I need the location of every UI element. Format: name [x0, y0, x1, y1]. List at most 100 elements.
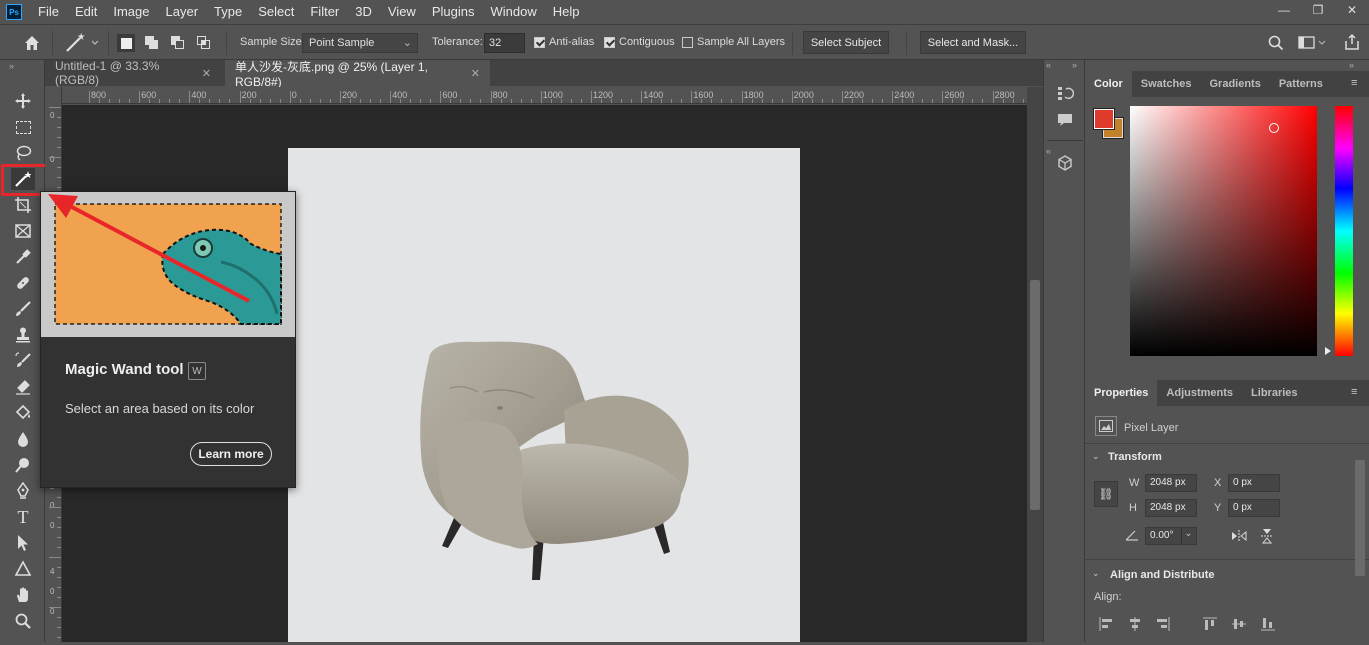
height-field[interactable]: 2048 px — [1145, 499, 1197, 517]
panel-menu-icon[interactable]: ≡ — [1351, 77, 1363, 89]
menu-filter[interactable]: Filter — [302, 0, 347, 24]
chevron-down-icon[interactable]: ⌄ — [1181, 528, 1195, 544]
color-picker-field[interactable] — [1130, 106, 1317, 356]
3d-panel-icon[interactable] — [1055, 153, 1075, 173]
align-middle-icon[interactable] — [1231, 616, 1247, 632]
window-controls: — ❐ ✕ — [1267, 0, 1369, 24]
expand-icon[interactable]: » — [1072, 60, 1077, 70]
close-icon[interactable]: ✕ — [471, 67, 480, 80]
collapse-icon[interactable]: « — [1046, 60, 1051, 70]
tab-libraries[interactable]: Libraries — [1242, 380, 1306, 406]
type-tool-icon[interactable]: T — [11, 506, 35, 528]
close-button[interactable]: ✕ — [1335, 0, 1369, 20]
ruler-label: 4 — [50, 567, 55, 576]
tolerance-input[interactable]: 32 — [484, 33, 525, 53]
ruler-minor-tick — [621, 99, 622, 103]
ruler-minor-tick — [932, 99, 934, 103]
search-icon[interactable] — [1267, 34, 1285, 52]
menu-3d[interactable]: 3D — [347, 0, 380, 24]
angle-field[interactable]: 0.00° ⌄ — [1145, 527, 1197, 545]
ruler-minor-tick — [972, 99, 974, 103]
menu-plugins[interactable]: Plugins — [424, 0, 483, 24]
hue-slider-marker[interactable] — [1325, 347, 1331, 355]
eraser-tool-icon[interactable] — [11, 376, 35, 398]
ruler-minor-tick — [57, 637, 61, 638]
menu-help[interactable]: Help — [545, 0, 588, 24]
y-field[interactable]: 0 px — [1228, 499, 1280, 517]
learn-more-button[interactable]: Learn more — [190, 442, 272, 466]
ruler-minor-tick — [801, 99, 803, 103]
menu-window[interactable]: Window — [482, 0, 544, 24]
share-icon[interactable] — [1343, 33, 1361, 51]
comments-panel-icon[interactable] — [1055, 110, 1075, 130]
collapse-icon[interactable]: « — [1046, 146, 1051, 156]
transform-title: Transform — [1108, 451, 1162, 463]
tab-adjustments[interactable]: Adjustments — [1157, 380, 1242, 406]
ruler-minor-tick — [49, 557, 61, 558]
ruler-minor-tick — [520, 99, 522, 103]
ruler-minor-tick — [57, 617, 61, 618]
tab-gradients[interactable]: Gradients — [1200, 71, 1269, 97]
contiguous-checkbox[interactable] — [604, 37, 615, 48]
select-subject-button[interactable]: Select Subject — [803, 31, 889, 54]
chevron-down-icon[interactable]: ⌄ — [1092, 568, 1100, 579]
align-top-icon[interactable] — [1202, 616, 1218, 632]
sample-all-layers-checkbox[interactable] — [682, 37, 693, 48]
color-panel-tabs: Color Swatches Gradients Patterns ≡ — [1085, 71, 1369, 97]
foreground-color-swatch[interactable] — [1093, 108, 1115, 130]
ruler-minor-tick — [57, 527, 61, 528]
dodge-tool-icon[interactable] — [11, 454, 35, 476]
shape-tool-icon[interactable] — [11, 558, 35, 580]
select-and-mask-button[interactable]: Select and Mask... — [920, 31, 1026, 54]
align-bottom-icon[interactable] — [1260, 616, 1276, 632]
paint-bucket-tool-icon[interactable] — [11, 402, 35, 424]
blur-tool-icon[interactable] — [11, 428, 35, 450]
properties-scrollbar[interactable] — [1355, 460, 1365, 576]
ruler-minor-tick — [671, 99, 673, 103]
hue-slider[interactable] — [1335, 106, 1353, 356]
align-left-icon[interactable] — [1098, 616, 1114, 632]
ruler-minor-tick — [811, 99, 813, 103]
sample-size-select[interactable]: Point Sample ⌄ — [302, 33, 418, 53]
scrollbar-thumb[interactable] — [1030, 280, 1040, 510]
width-field[interactable]: 2048 px — [1145, 474, 1197, 492]
history-panel-icon[interactable] — [1055, 84, 1075, 104]
pen-tool-icon[interactable] — [11, 480, 35, 502]
ruler-minor-tick — [57, 627, 61, 628]
zoom-tool-icon[interactable] — [11, 610, 35, 632]
tab-color[interactable]: Color — [1085, 71, 1132, 97]
panel-menu-icon[interactable]: ≡ — [1351, 386, 1363, 398]
collapse-panels-icon[interactable]: » — [1349, 60, 1354, 70]
clone-stamp-tool-icon[interactable] — [11, 324, 35, 346]
ruler-label: 0 — [50, 587, 55, 596]
ruler-minor-tick — [831, 99, 833, 103]
properties-panel-tabs: Properties Adjustments Libraries ≡ — [1085, 380, 1369, 406]
link-icon[interactable]: ⛓ — [1094, 481, 1118, 507]
path-selection-tool-icon[interactable] — [11, 532, 35, 554]
tab-properties[interactable]: Properties — [1085, 380, 1158, 406]
ruler-minor-tick — [912, 99, 914, 103]
ruler-minor-tick — [1012, 99, 1014, 103]
menu-view[interactable]: View — [380, 0, 424, 24]
x-field[interactable]: 0 px — [1228, 474, 1280, 492]
flip-vertical-icon[interactable] — [1259, 528, 1275, 544]
ruler-minor-tick — [370, 99, 371, 103]
restore-button[interactable]: ❐ — [1301, 0, 1335, 20]
workspace-icon[interactable] — [1298, 35, 1328, 51]
minimize-button[interactable]: — — [1267, 0, 1301, 20]
align-right-icon[interactable] — [1155, 616, 1171, 632]
ruler-tick — [390, 91, 392, 103]
flip-horizontal-icon[interactable] — [1231, 528, 1247, 544]
tab-swatches[interactable]: Swatches — [1132, 71, 1201, 97]
history-brush-tool-icon[interactable] — [11, 350, 35, 372]
hand-tool-icon[interactable] — [11, 584, 35, 606]
chevron-down-icon[interactable]: ⌄ — [1092, 451, 1100, 462]
color-picker-cursor[interactable] — [1269, 123, 1279, 133]
ruler-tick — [440, 91, 442, 103]
align-center-icon[interactable] — [1127, 616, 1143, 632]
anti-alias-checkbox[interactable] — [534, 37, 545, 48]
document-canvas[interactable] — [288, 148, 800, 642]
tab-patterns[interactable]: Patterns — [1270, 71, 1332, 97]
tooltip-shortcut: W — [188, 362, 206, 380]
angle-icon — [1125, 529, 1139, 541]
